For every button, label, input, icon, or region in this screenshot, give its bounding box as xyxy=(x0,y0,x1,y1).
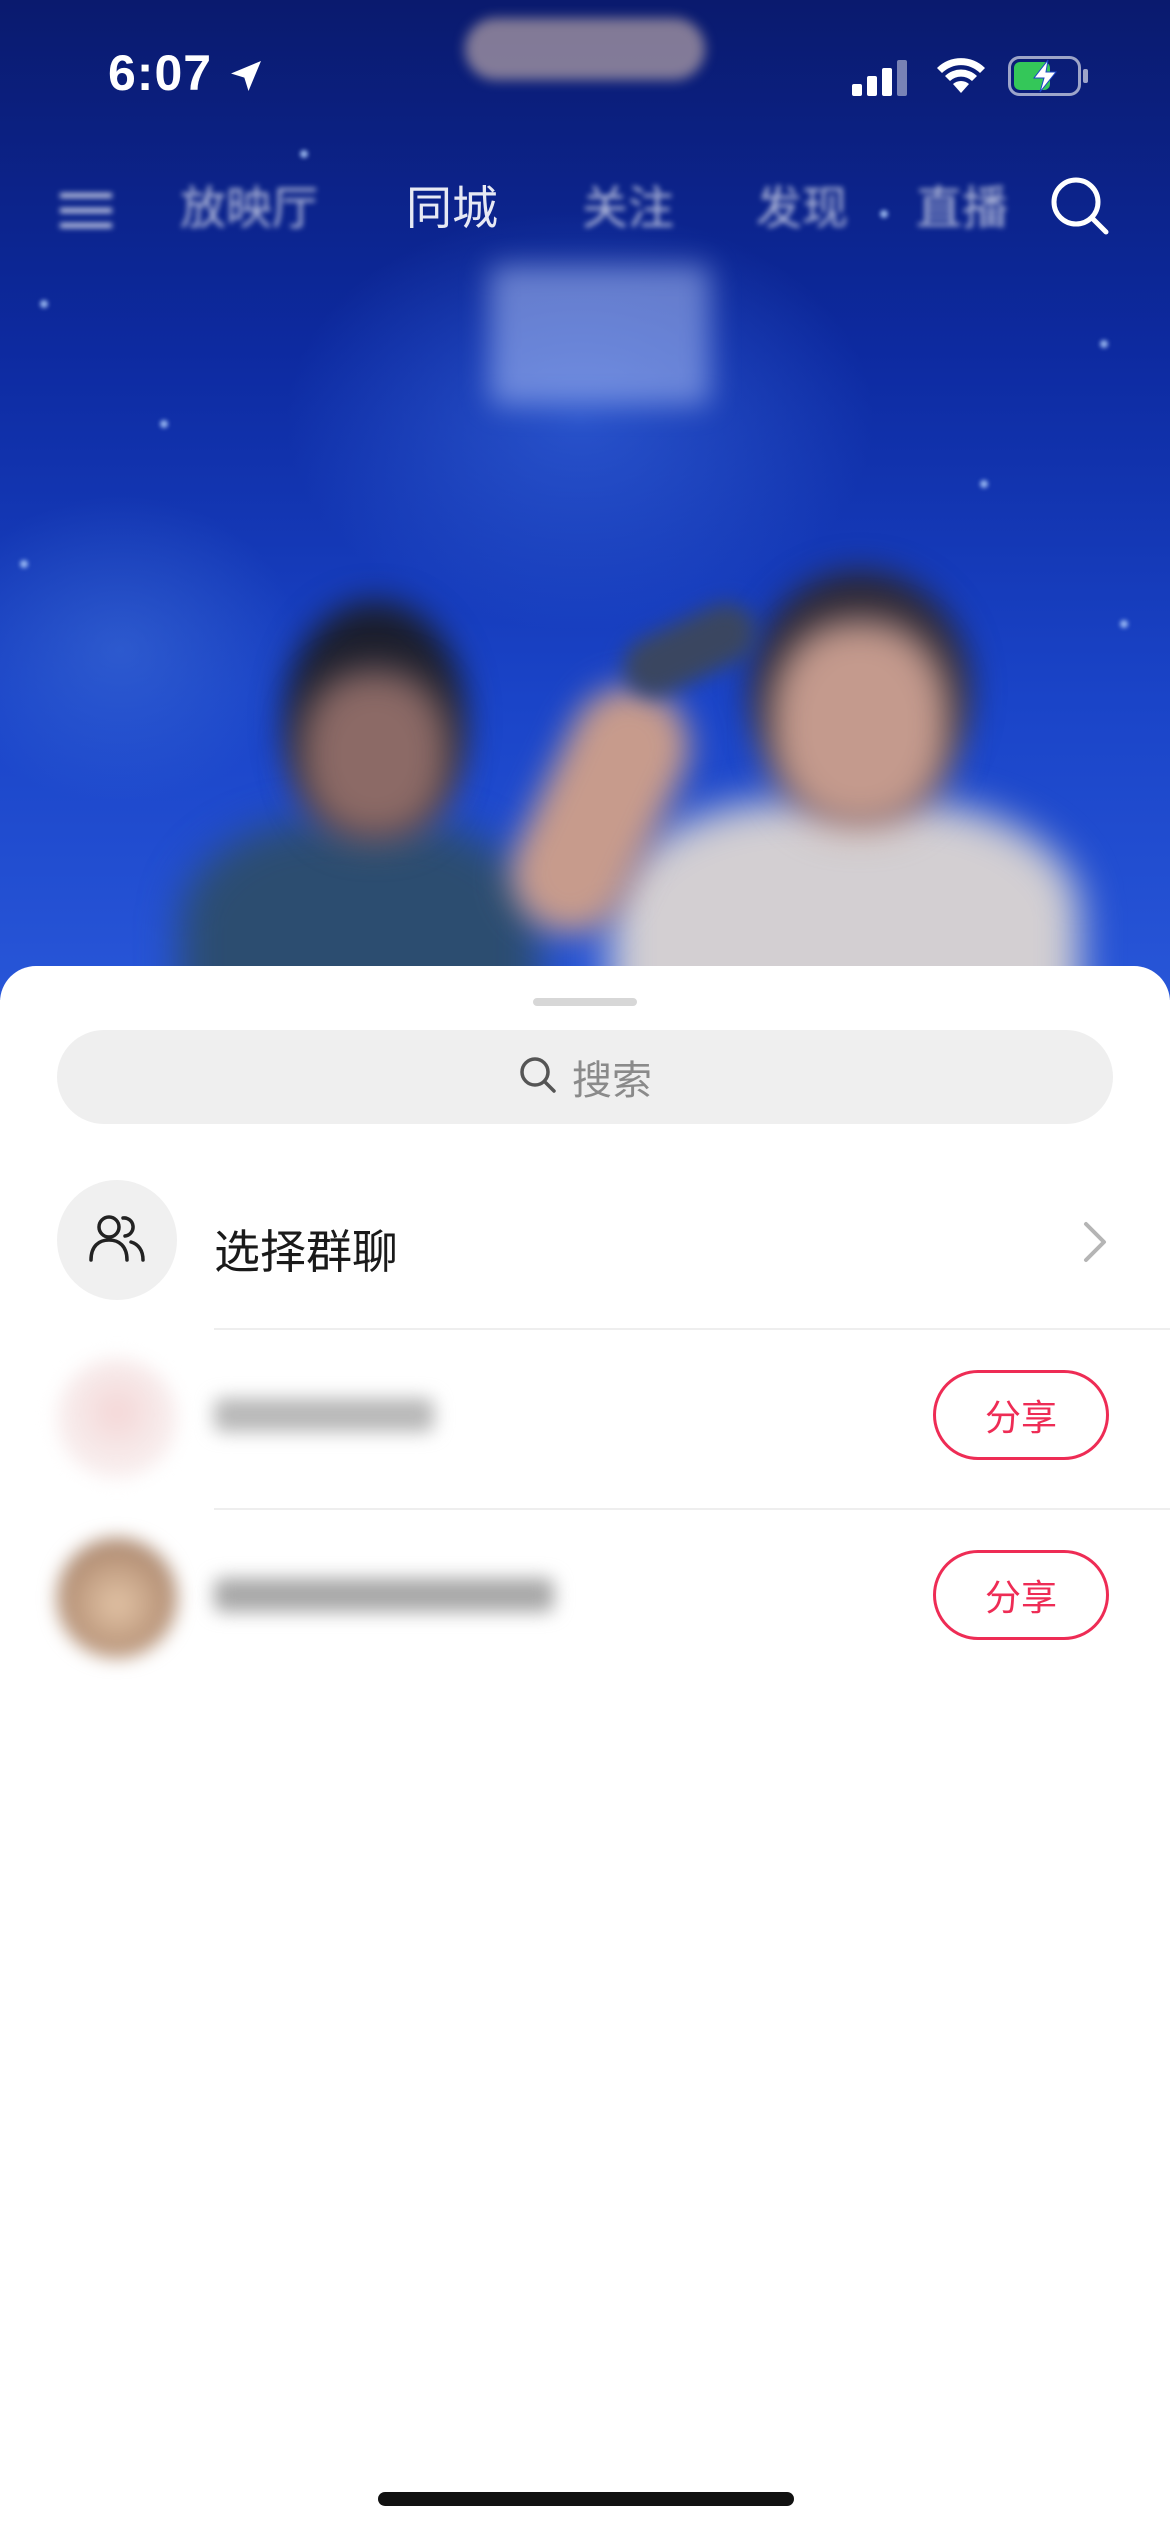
share-button[interactable]: 分享 xyxy=(933,1550,1109,1640)
search-input[interactable]: 搜索 xyxy=(57,1030,1113,1124)
tab-nearby[interactable]: 同城 xyxy=(406,172,498,238)
tab-live[interactable]: 直播 xyxy=(916,172,1008,238)
share-sheet: 搜索 选择群聊 分享 分享 xyxy=(0,966,1170,2532)
top-nav: 放映厅 同城 关注 发现 直播 xyxy=(0,160,1170,250)
tab-theater[interactable]: 放映厅 xyxy=(180,172,318,238)
contact-row[interactable]: 分享 xyxy=(0,1510,1170,1688)
status-time: 6:07 xyxy=(108,45,213,101)
status-bar: 6:07 xyxy=(0,0,1170,150)
tab-discover[interactable]: 发现 xyxy=(756,172,848,238)
group-icon-container xyxy=(57,1180,177,1300)
search-icon xyxy=(518,1055,558,1099)
screen: 6:07 放映厅 同城 关注 发现 直播 搜索 选择群聊 分享 分享 xyxy=(0,0,1170,2532)
contact-name xyxy=(214,1568,564,1624)
wifi-icon xyxy=(935,55,987,99)
microphone xyxy=(613,593,767,707)
select-group-chat-label: 选择群聊 xyxy=(214,1225,398,1279)
person-left-face xyxy=(300,670,450,840)
sheet-grabber[interactable] xyxy=(533,998,637,1006)
video-background xyxy=(0,0,1170,1000)
location-arrow-icon xyxy=(226,56,266,100)
share-button[interactable]: 分享 xyxy=(933,1370,1109,1460)
group-users-icon xyxy=(87,1210,147,1270)
contact-row[interactable]: 分享 xyxy=(0,1330,1170,1508)
home-indicator[interactable] xyxy=(378,2492,794,2506)
person-right-face xyxy=(770,620,950,830)
dynamic-island xyxy=(465,18,705,80)
contact-name xyxy=(214,1388,444,1444)
stage-sign xyxy=(490,265,710,405)
avatar xyxy=(57,1538,177,1658)
select-group-chat-row[interactable]: 选择群聊 xyxy=(0,1180,1170,1308)
search-placeholder: 搜索 xyxy=(572,1058,652,1104)
signal-icon xyxy=(852,60,912,100)
search-icon[interactable] xyxy=(1048,174,1112,249)
battery-charging-icon xyxy=(1008,56,1090,100)
chevron-right-icon xyxy=(1082,1220,1108,1268)
tab-following[interactable]: 关注 xyxy=(582,172,674,238)
avatar xyxy=(57,1358,177,1478)
menu-icon[interactable] xyxy=(60,188,112,242)
